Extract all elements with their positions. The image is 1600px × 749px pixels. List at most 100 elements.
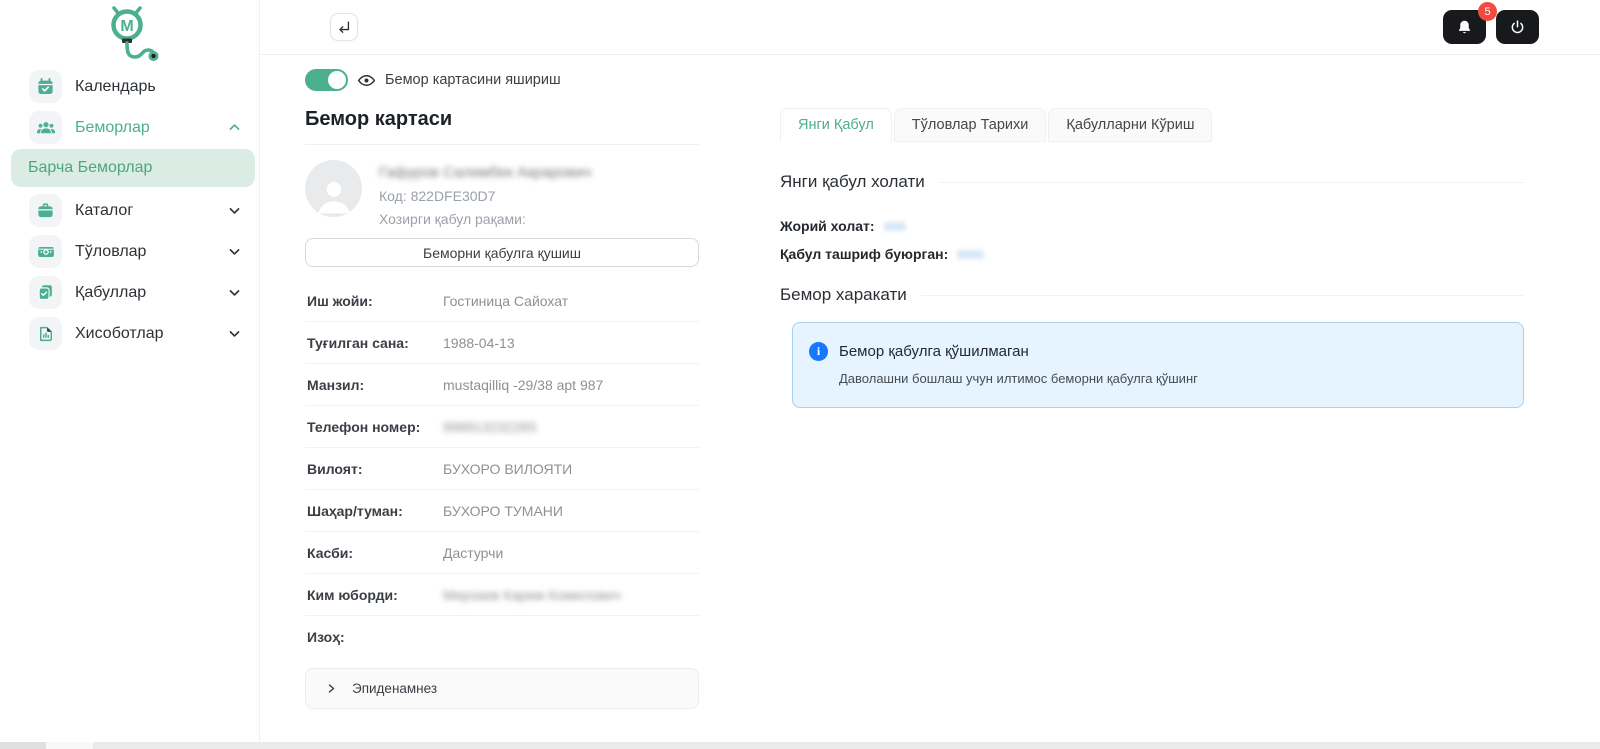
sidebar-item-patients[interactable]: Беморлар: [0, 107, 259, 148]
sidebar-item-calendar[interactable]: Календарь: [0, 66, 259, 107]
eye-icon: [357, 71, 376, 90]
field-label: Иш жойи:: [307, 293, 443, 309]
chevron-down-icon: [228, 204, 241, 217]
visit-booked-label: Қабул ташриф буюрган:: [780, 246, 948, 262]
section-title: Бемор харакати: [780, 285, 907, 305]
sidebar-item-label: Хисоботлар: [75, 325, 164, 343]
sidebar-nav: Календарь Беморлар Б: [0, 66, 259, 354]
info-alert-title: Бемор қабулга қўшилмаган: [839, 343, 1029, 360]
svg-text:M: M: [120, 18, 133, 35]
tab-new-visit[interactable]: Янги Қабул: [780, 108, 892, 142]
info-alert: i Бемор қабулга қўшилмаган Даволашни бош…: [792, 322, 1524, 408]
chevron-down-icon: [228, 327, 241, 340]
logout-button[interactable]: [1496, 10, 1539, 44]
patient-avatar: [305, 160, 362, 217]
calendar-icon: [29, 70, 62, 103]
topbar: 5: [260, 0, 1600, 55]
field-value: БУХОРО ТУМАНИ: [443, 503, 563, 519]
chevron-down-icon: [228, 245, 241, 258]
patient-card-title: Бемор картаси: [305, 108, 699, 131]
field-label: Касби:: [307, 545, 443, 561]
field-label: Вилоят:: [307, 461, 443, 477]
info-alert-header: i Бемор қабулга қўшилмаган: [809, 342, 1503, 361]
visit-tabs: Янги Қабул Тўловлар Тарихи Қабулларни Кў…: [780, 108, 1524, 142]
field-value-redacted: Мирзаев Карим Комилович: [443, 587, 621, 603]
field-value: 1988-04-13: [443, 335, 515, 351]
redacted-value: [884, 222, 906, 231]
tab-payment-history[interactable]: Тўловлар Тарихи: [894, 108, 1047, 142]
divider: [939, 182, 1524, 183]
patient-card: Бемор картаси Гафуров Салимбек Акрарович…: [305, 108, 699, 709]
sidebar-item-label: Календарь: [75, 78, 156, 96]
chevron-up-icon: [228, 121, 241, 134]
person-icon: [312, 173, 356, 217]
main-content: Бемор картасини яшириш Бемор картаси Гаф…: [260, 56, 1600, 742]
notification-badge: 5: [1478, 2, 1497, 21]
toggle-knob: [328, 71, 346, 89]
field-value: Гостиница Сайохат: [443, 293, 568, 309]
sidebar-item-reports[interactable]: Хисоботлар: [0, 313, 259, 354]
section-title: Янги қабул холати: [780, 172, 925, 192]
field-row-address: Манзил: mustaqilliq -29/38 apt 987: [305, 364, 699, 406]
chevron-down-icon: [228, 286, 241, 299]
divider: [305, 144, 699, 145]
info-icon: i: [809, 342, 828, 361]
chevron-right-icon: [326, 683, 337, 694]
sidebar-item-label: Беморлар: [75, 119, 150, 137]
stethoscope-logo-icon: M: [90, 6, 170, 66]
info-alert-description: Даволашни бошлаш учун илтимос беморни қа…: [839, 371, 1503, 386]
field-row-referrer: Ким юборди: Мирзаев Карим Комилович: [305, 574, 699, 616]
arrow-left-to-bar-icon: [336, 19, 352, 35]
visit-panel: Янги Қабул Тўловлар Тарихи Қабулларни Кў…: [780, 108, 1524, 408]
field-label: Ким юборди:: [307, 587, 443, 603]
sidebar-item-appointments[interactable]: Қабуллар: [0, 272, 259, 313]
field-row-city: Шаҳар/туман: БУХОРО ТУМАНИ: [305, 490, 699, 532]
field-row-region: Вилоят: БУХОРО ВИЛОЯТИ: [305, 448, 699, 490]
field-value-redacted: 998913232265: [443, 419, 536, 435]
field-label: Шаҳар/туман:: [307, 503, 443, 519]
patient-activity-section: Бемор харакати: [780, 285, 1524, 305]
sidebar-item-label: Қабуллар: [75, 284, 146, 302]
field-value: mustaqilliq -29/38 apt 987: [443, 377, 603, 393]
sidebar-item-payments[interactable]: Тўловлар: [0, 231, 259, 272]
sidebar-item-catalog[interactable]: Каталог: [0, 190, 259, 231]
field-row-profession: Касби: Дастурчи: [305, 532, 699, 574]
payments-icon: [29, 235, 62, 268]
patient-fields: Иш жойи: Гостиница Сайохат Туғилган сана…: [305, 280, 699, 657]
sidebar-item-label: Тўловлар: [75, 243, 146, 261]
tab-view-visits[interactable]: Қабулларни Кўриш: [1048, 108, 1212, 142]
field-row-phone: Телефон номер: 998913232265: [305, 406, 699, 448]
field-row-workplace: Иш жойи: Гостиница Сайохат: [305, 280, 699, 322]
epidanamnesis-collapse-panel[interactable]: Эпиденамнез: [305, 668, 699, 709]
field-label: Изоҳ:: [307, 629, 443, 645]
scrollbar-thumb[interactable]: [0, 742, 46, 749]
scrollbar-segment: [46, 742, 93, 749]
sidebar-subitem-all-patients[interactable]: Барча Беморлар: [11, 149, 255, 187]
add-patient-to-visit-button[interactable]: Беморни қабулга қушиш: [305, 238, 699, 267]
patients-icon: [29, 111, 62, 144]
appointments-icon: [29, 276, 62, 309]
clinic-logo[interactable]: M: [0, 0, 259, 64]
visit-booked-row: Қабул ташриф буюрган:: [780, 246, 1524, 262]
field-row-note: Изоҳ:: [305, 616, 699, 657]
sidebar-subitem-label: Барча Беморлар: [28, 159, 152, 177]
current-visit-number-label: Хозирги қабул рақами:: [379, 211, 591, 227]
field-label: Манзил:: [307, 377, 443, 393]
catalog-icon: [29, 194, 62, 227]
divider: [921, 295, 1524, 296]
current-state-row: Жорий холат:: [780, 218, 1524, 234]
epidanamnesis-label: Эпиденамнез: [352, 681, 437, 696]
hide-card-toggle[interactable]: [305, 69, 348, 91]
sidebar-collapse-button[interactable]: [330, 13, 358, 41]
hide-card-toggle-row: Бемор картасини яшириш: [305, 69, 561, 91]
horizontal-scrollbar[interactable]: [0, 742, 1600, 749]
reports-icon: [29, 317, 62, 350]
patient-profile: Гафуров Салимбек Акрарович Код: 822DFE30…: [305, 160, 699, 227]
field-row-birthdate: Туғилган сана: 1988-04-13: [305, 322, 699, 364]
power-icon: [1509, 19, 1526, 36]
bell-icon: [1456, 19, 1473, 36]
patient-identity: Гафуров Салимбек Акрарович Код: 822DFE30…: [379, 160, 591, 227]
redacted-value: [957, 250, 984, 259]
field-label: Туғилган сана:: [307, 335, 443, 351]
sidebar-item-label: Каталог: [75, 202, 133, 220]
